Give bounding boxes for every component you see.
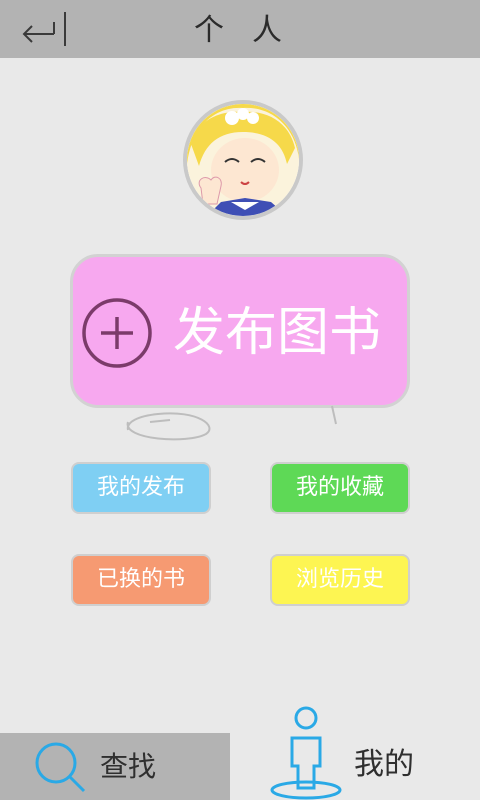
browse-history-button[interactable]: 浏览历史 <box>270 554 410 606</box>
page-title: 个人 <box>194 13 310 48</box>
search-icon <box>35 742 86 793</box>
avatar-image <box>187 104 299 216</box>
my-published-button[interactable]: 我的发布 <box>71 462 211 514</box>
plus-circle-icon <box>82 298 152 368</box>
decorative-scribble <box>126 405 337 441</box>
avatar[interactable] <box>183 100 303 220</box>
exchanged-books-button[interactable]: 已换的书 <box>71 554 211 606</box>
publish-book-label: 发布图书 <box>173 303 382 363</box>
nav-mine-tab[interactable]: 我的 <box>230 700 480 800</box>
header-bar: 个人 <box>0 0 480 58</box>
nav-search-label: 查找 <box>100 750 157 783</box>
my-favorites-button[interactable]: 我的收藏 <box>270 462 410 514</box>
nav-mine-label: 我的 <box>354 747 414 782</box>
nav-search-tab[interactable]: 查找 <box>0 733 230 800</box>
publish-book-button[interactable]: 发布图书 <box>70 254 410 408</box>
person-location-icon <box>270 706 342 800</box>
